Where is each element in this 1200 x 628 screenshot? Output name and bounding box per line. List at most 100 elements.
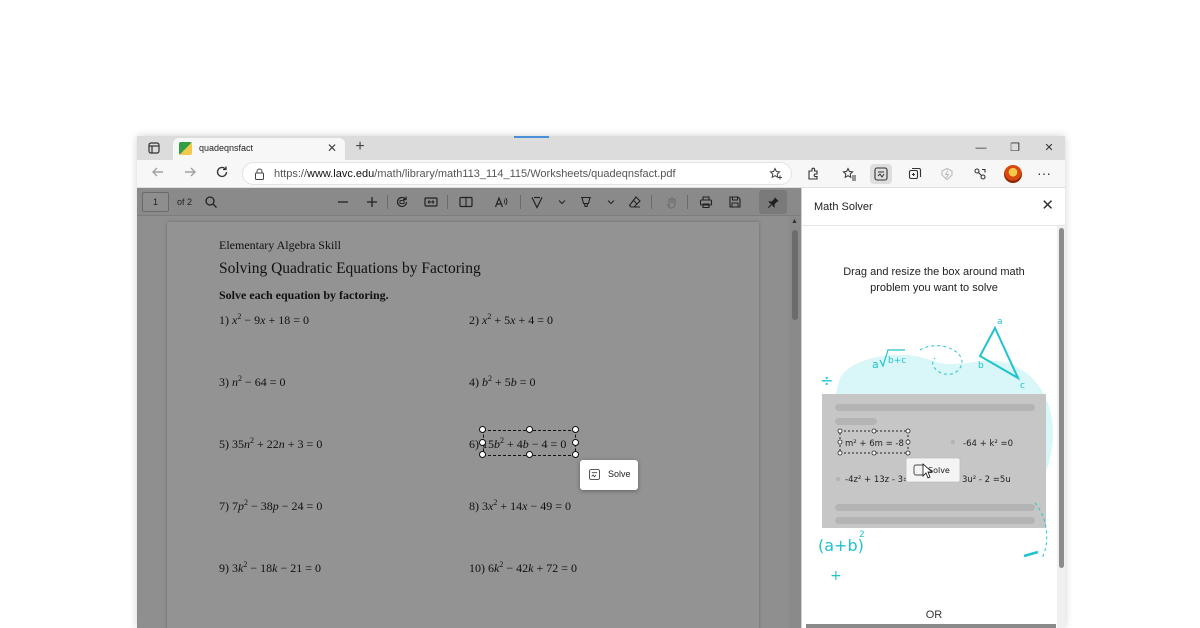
tab-actions-button[interactable]	[145, 140, 163, 156]
solver-illustration: a b+c ÷ a b c m² + 6m = -8 -64 + k² =0 -…	[818, 317, 1054, 584]
zoom-out-button[interactable]	[335, 194, 351, 210]
favorite-add-icon[interactable]	[769, 167, 783, 181]
problem-equation: b2 + 5b = 0	[482, 374, 536, 389]
url-path: /math/library/math113_114_115/Worksheets…	[374, 168, 676, 180]
profile-icon[interactable]	[1004, 165, 1022, 183]
solver-action-bar[interactable]	[806, 624, 1056, 628]
collections-icon	[908, 167, 922, 180]
erase-button[interactable]	[627, 194, 643, 210]
touch-write-button[interactable]	[663, 194, 679, 210]
math-selection-box[interactable]	[479, 426, 579, 458]
menu-icon[interactable]: ···	[1037, 165, 1051, 181]
pdf-page: Elementary Algebra Skill Solving Quadrat…	[167, 222, 759, 628]
problem-number: 2)	[469, 313, 482, 327]
math-solver-icon	[874, 167, 888, 181]
pdf-scroll-thumb[interactable]	[792, 230, 798, 320]
resize-handle[interactable]	[479, 439, 486, 446]
pdf-search-button[interactable]	[203, 194, 219, 210]
favorites-icon	[841, 166, 856, 180]
chevron-down-icon	[607, 200, 615, 205]
solve-popup-button[interactable]: Solve	[580, 460, 638, 490]
share-button[interactable]	[972, 166, 988, 182]
address-bar[interactable]: https://www.lavc.edu/math/library/math11…	[242, 162, 792, 185]
print-button[interactable]	[698, 194, 714, 210]
page-view-button[interactable]	[458, 194, 474, 210]
tab-close-icon[interactable]: ✕	[327, 141, 337, 155]
save-button[interactable]	[727, 194, 743, 210]
zoom-in-button[interactable]	[364, 194, 380, 210]
illus-solve-label: Solve	[928, 466, 950, 475]
solver-scroll-thumb[interactable]	[1059, 228, 1064, 568]
page-count-label: of 2	[177, 197, 193, 207]
eraser-icon	[628, 196, 641, 208]
draw-options-button[interactable]	[554, 194, 570, 210]
fit-page-icon	[424, 197, 438, 207]
minus-doodle-icon	[1023, 550, 1039, 558]
close-icon[interactable]: ✕	[1041, 198, 1054, 214]
problem-equation: 7p2 − 38p − 24 = 0	[232, 498, 323, 513]
toolbar-divider	[447, 195, 448, 209]
toolbar-divider	[387, 195, 388, 209]
minimize-button[interactable]: —	[971, 139, 991, 157]
problem-number: 1)	[219, 313, 232, 327]
restore-button[interactable]: ❐	[1005, 139, 1025, 157]
resize-handle[interactable]	[572, 439, 579, 446]
math-solver-button[interactable]	[870, 164, 892, 184]
extensions-button[interactable]	[805, 166, 821, 182]
page-number-input[interactable]: 1	[142, 192, 169, 212]
collections-button[interactable]	[907, 166, 923, 182]
solve-label: Solve	[608, 469, 631, 479]
rotate-button[interactable]	[394, 194, 410, 210]
resize-handle[interactable]	[526, 451, 533, 458]
problem-item: 9) 3k2 − 18k − 21 = 0	[219, 560, 321, 576]
performance-button[interactable]	[939, 166, 955, 182]
tab-actions-icon	[148, 142, 160, 154]
resize-handle[interactable]	[572, 451, 579, 458]
site-favicon-icon	[179, 142, 192, 155]
scroll-up-icon[interactable]: ▲	[791, 218, 798, 225]
resize-handle[interactable]	[572, 426, 579, 433]
problem-equation: x2 + 5x + 4 = 0	[482, 312, 553, 327]
pdf-scrollbar[interactable]: ▲ ▼	[789, 216, 801, 628]
read-aloud-button[interactable]	[493, 194, 509, 210]
browser-window: quadeqnsfact ✕ + — ❐ ✕ https://www.lavc.…	[137, 136, 1065, 628]
highlight-icon	[581, 196, 591, 208]
favorites-button[interactable]	[841, 166, 857, 182]
refresh-button[interactable]	[213, 165, 231, 183]
extensions-icon	[808, 167, 818, 180]
url-text: https://www.lavc.edu/math/library/math11…	[274, 168, 676, 180]
new-tab-button[interactable]: +	[351, 138, 369, 156]
draw-button[interactable]	[529, 194, 545, 210]
resize-handle[interactable]	[479, 426, 486, 433]
illus-eq1: m² + 6m = -8	[845, 439, 904, 449]
document-instruction: Solve each equation by factoring.	[219, 288, 389, 302]
pin-toolbar-button[interactable]	[759, 190, 787, 214]
tab-strip: quadeqnsfact ✕ + — ❐ ✕	[137, 136, 1065, 160]
performance-icon	[941, 167, 953, 181]
fit-page-button[interactable]	[423, 194, 439, 210]
solver-scrollbar[interactable]	[1057, 226, 1065, 628]
close-window-button[interactable]: ✕	[1039, 139, 1059, 157]
resize-handle[interactable]	[479, 451, 486, 458]
problem-equation: 6k2 − 42k + 72 = 0	[488, 560, 577, 575]
pdf-viewer: 1 of 2 Elementary Algebra Skill Solving …	[137, 188, 801, 628]
problem-item: 8) 3x2 + 14x − 49 = 0	[469, 498, 571, 514]
math-solver-icon	[589, 469, 600, 480]
highlight-button[interactable]	[578, 194, 594, 210]
lock-icon	[255, 168, 264, 180]
illus-eq2: -64 + k² =0	[963, 439, 1013, 449]
back-button[interactable]	[149, 165, 167, 183]
problem-equation: n2 − 64 = 0	[232, 374, 286, 389]
resize-handle[interactable]	[526, 426, 533, 433]
triangle-label-c: c	[1020, 381, 1025, 391]
triangle-label-b: b	[978, 361, 984, 371]
plus-doodle-icon: +	[830, 568, 842, 584]
solver-title: Math Solver	[814, 201, 873, 213]
pdf-toolbar: 1 of 2	[137, 188, 801, 216]
problem-number: 5)	[219, 437, 232, 451]
tab-quadeqnsfact[interactable]: quadeqnsfact ✕	[173, 138, 345, 160]
highlight-options-button[interactable]	[603, 194, 619, 210]
problem-item: 10) 6k2 − 42k + 72 = 0	[469, 560, 577, 576]
problem-item: 2) x2 + 5x + 4 = 0	[469, 312, 553, 328]
forward-button[interactable]	[181, 165, 199, 183]
